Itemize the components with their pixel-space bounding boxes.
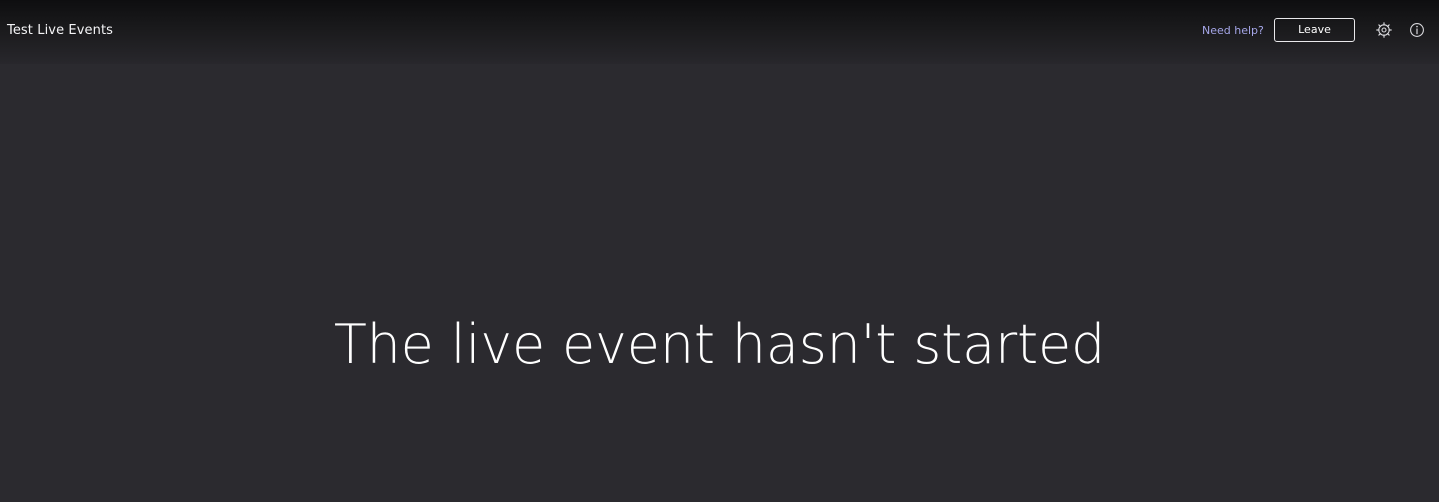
info-icon — [1408, 21, 1426, 39]
event-title: Test Live Events — [7, 23, 114, 38]
settings-button[interactable] — [1375, 21, 1393, 39]
leave-button[interactable]: Leave — [1274, 18, 1355, 42]
event-not-started-message: The live event hasn't started — [333, 313, 1106, 376]
gear-icon — [1375, 21, 1393, 39]
top-bar: Test Live Events Need help? Leave — [0, 0, 1439, 64]
need-help-link[interactable]: Need help? — [1202, 22, 1264, 40]
info-button[interactable] — [1408, 21, 1426, 39]
live-event-window: Test Live Events Need help? Leave The li… — [0, 0, 1439, 502]
